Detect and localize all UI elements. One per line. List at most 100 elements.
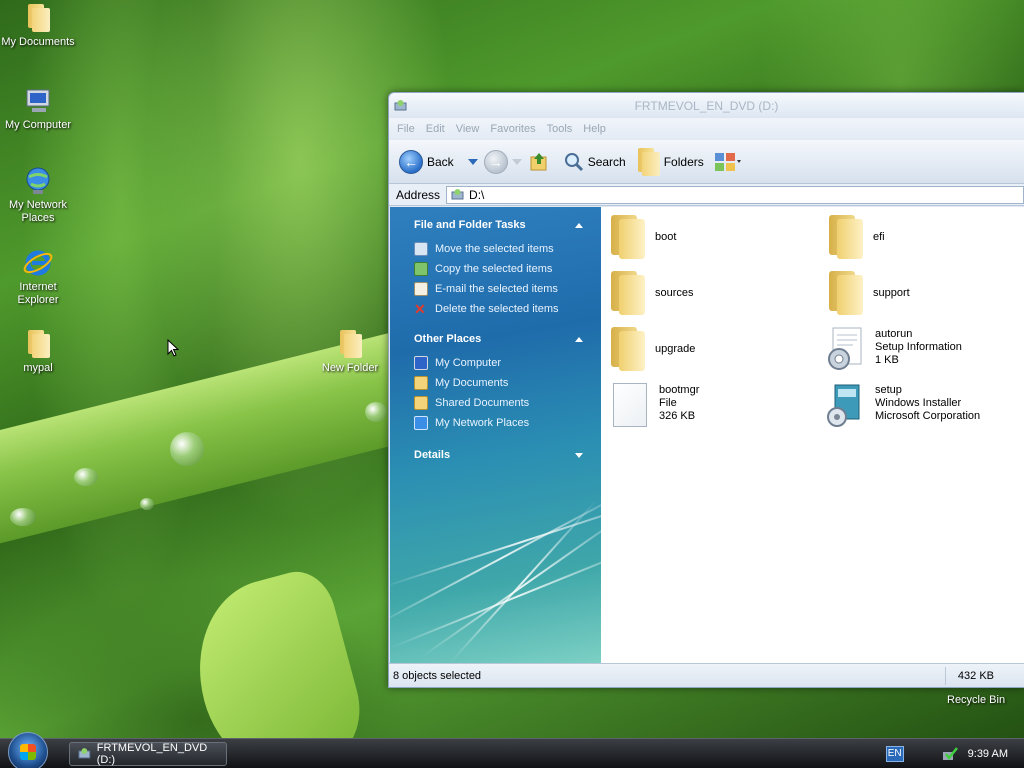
desktop-icon-internet-explorer[interactable]: Internet Explorer bbox=[0, 248, 78, 307]
toolbar: ← Back → Search Folders bbox=[389, 140, 1024, 184]
folder-icon bbox=[609, 215, 645, 259]
status-bar: 8 objects selected 432 KB bbox=[389, 663, 1024, 687]
address-label: Address bbox=[396, 187, 441, 202]
details-section: Details bbox=[390, 449, 601, 461]
folder-icon bbox=[609, 271, 645, 315]
desktop-icon-new-folder[interactable]: New Folder bbox=[310, 330, 390, 375]
folder-icon bbox=[338, 330, 362, 358]
water-drop bbox=[140, 498, 154, 510]
leaf bbox=[177, 563, 373, 738]
move-icon bbox=[414, 242, 428, 256]
collapse-arrow-icon bbox=[575, 337, 583, 342]
language-indicator[interactable]: EN bbox=[885, 746, 904, 762]
taskbar-window-button[interactable]: FRTMEVOL_EN_DVD (D:) bbox=[69, 741, 227, 766]
other-places-header[interactable]: Other Places bbox=[414, 333, 601, 345]
menu-tools[interactable]: Tools bbox=[547, 123, 573, 135]
search-icon bbox=[564, 152, 583, 171]
desktop-icon-network[interactable]: My Network Places bbox=[0, 166, 78, 225]
back-button[interactable]: ← Back bbox=[399, 149, 454, 174]
file-item[interactable]: setup Windows Installer Microsoft Corporat… bbox=[825, 383, 980, 427]
menu-view[interactable]: View bbox=[456, 123, 480, 135]
selection-count: 8 objects selected bbox=[393, 669, 482, 682]
file-item[interactable]: upgrade bbox=[609, 327, 695, 371]
expand-arrow-icon bbox=[575, 453, 583, 458]
search-button[interactable]: Search bbox=[564, 152, 626, 172]
other-places-section: Other Places My Computer My Documents Sh… bbox=[390, 333, 601, 433]
task-delete[interactable]: ✕ Delete the selected items bbox=[414, 299, 601, 319]
folder-icon bbox=[636, 147, 660, 176]
water-drop bbox=[10, 508, 36, 526]
folder-icon bbox=[26, 4, 50, 32]
address-input[interactable]: D:\ bbox=[446, 185, 1024, 204]
desktop-icon-my-computer[interactable]: My Computer bbox=[0, 86, 78, 132]
task-copy[interactable]: Copy the selected items bbox=[414, 259, 601, 279]
start-button[interactable] bbox=[8, 731, 48, 768]
task-move[interactable]: Move the selected items bbox=[414, 239, 601, 259]
folders-button[interactable]: Folders bbox=[636, 147, 704, 176]
taskbar: FRTMEVOL_EN_DVD (D:) EN 9:39 AM bbox=[0, 731, 1024, 768]
network-icon bbox=[414, 416, 428, 430]
back-history-dropdown[interactable] bbox=[467, 158, 478, 165]
water-drop bbox=[365, 402, 387, 422]
title-bar[interactable]: FRTMEVOL_EN_DVD (D:) bbox=[389, 93, 1024, 118]
network-globe-icon bbox=[26, 167, 50, 194]
blank-file-icon bbox=[613, 383, 647, 427]
place-my-computer[interactable]: My Computer bbox=[414, 353, 601, 373]
file-item[interactable]: bootmgr File 326 KB bbox=[613, 383, 699, 427]
file-folder-tasks-header[interactable]: File and Folder Tasks bbox=[414, 219, 601, 231]
views-icon bbox=[714, 152, 741, 171]
system-tray: EN 9:39 AM bbox=[885, 739, 1024, 768]
desktop: My Documents My Computer My Network Plac… bbox=[0, 0, 1024, 738]
details-header[interactable]: Details bbox=[414, 449, 601, 461]
menu-edit[interactable]: Edit bbox=[426, 123, 445, 135]
computer-icon bbox=[414, 356, 428, 370]
file-item[interactable]: boot bbox=[609, 215, 676, 259]
place-network[interactable]: My Network Places bbox=[414, 413, 601, 433]
water-drop bbox=[170, 432, 204, 466]
back-arrow-icon: ← bbox=[399, 149, 423, 174]
selection-size: 432 KB bbox=[957, 669, 994, 682]
folder-icon bbox=[26, 330, 50, 358]
folder-icon bbox=[827, 215, 863, 259]
folder-icon bbox=[827, 271, 863, 315]
documents-folder-icon bbox=[414, 376, 428, 390]
delete-x-icon: ✕ bbox=[414, 301, 426, 317]
file-view: boot efi sources support upgrade autorun… bbox=[601, 207, 1024, 663]
collapse-arrow-icon bbox=[575, 223, 583, 228]
menu-help[interactable]: Help bbox=[583, 123, 606, 135]
internet-explorer-icon bbox=[23, 250, 53, 276]
recycle-bin-label[interactable]: Recycle Bin bbox=[947, 694, 1005, 706]
drive-icon bbox=[78, 748, 91, 759]
up-folder-icon[interactable] bbox=[528, 151, 550, 173]
file-item[interactable]: sources bbox=[609, 271, 694, 315]
place-shared-documents[interactable]: Shared Documents bbox=[414, 393, 601, 413]
menu-favorites[interactable]: Favorites bbox=[490, 123, 535, 135]
place-my-documents[interactable]: My Documents bbox=[414, 373, 601, 393]
copy-icon bbox=[414, 262, 428, 276]
menu-file[interactable]: File bbox=[397, 123, 415, 135]
clock[interactable]: 9:39 AM bbox=[968, 748, 1008, 760]
setup-information-file-icon bbox=[828, 327, 862, 370]
forward-history-dropdown[interactable] bbox=[511, 158, 522, 165]
water-drop bbox=[74, 468, 98, 486]
forward-button[interactable]: → bbox=[483, 149, 508, 174]
address-bar: Address D:\ bbox=[389, 184, 1024, 206]
file-item[interactable]: autorun Setup Information 1 KB bbox=[825, 327, 962, 371]
desktop-icon-mypal[interactable]: mypal bbox=[0, 330, 78, 375]
desktop-icon-my-documents[interactable]: My Documents bbox=[0, 4, 78, 49]
security-check-icon[interactable] bbox=[942, 746, 958, 762]
window-title: FRTMEVOL_EN_DVD (D:) bbox=[634, 99, 779, 113]
file-item[interactable]: support bbox=[827, 271, 910, 315]
file-item[interactable]: efi bbox=[827, 215, 885, 259]
explorer-window: FRTMEVOL_EN_DVD (D:) File Edit View Favo… bbox=[388, 92, 1024, 688]
mouse-cursor-icon bbox=[167, 339, 179, 357]
windows-installer-icon bbox=[827, 384, 860, 427]
folder-icon bbox=[609, 327, 645, 371]
file-folder-tasks-section: File and Folder Tasks Move the selected … bbox=[390, 219, 601, 319]
task-email[interactable]: E-mail the selected items bbox=[414, 279, 601, 299]
email-icon bbox=[414, 282, 428, 296]
menu-bar: File Edit View Favorites Tools Help bbox=[389, 118, 1024, 140]
task-pane: File and Folder Tasks Move the selected … bbox=[390, 207, 601, 663]
drive-icon bbox=[451, 189, 464, 200]
views-button[interactable] bbox=[714, 152, 742, 172]
